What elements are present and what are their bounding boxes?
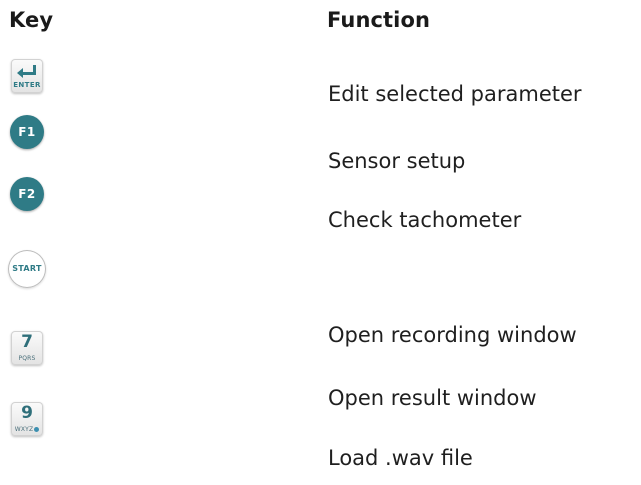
function-check-tachometer: Check tachometer [328,208,522,232]
f2-key-icon: F2 [8,177,48,217]
enter-key-icon: ENTER [8,59,48,99]
key-9-icon: 9 WXYZ [8,402,48,442]
f1-key-icon: F1 [8,115,48,155]
start-key-label: START [8,250,46,288]
function-open-recording-window: Open recording window [328,323,577,347]
function-column-header: Function [327,8,431,32]
function-load-wav-file: Load .wav file [328,446,473,470]
f1-key-label: F1 [10,115,44,149]
function-open-result-window: Open result window [328,386,537,410]
key-9-sublabel: WXYZ [11,426,43,433]
f2-key-label: F2 [10,177,44,211]
key-7-sublabel: PQRS [18,355,36,362]
key-9-digit: 9 [21,403,33,423]
key-7-digit: 7 [21,332,33,352]
enter-arrow-icon [11,63,43,82]
function-edit-selected-parameter: Edit selected parameter [328,82,582,106]
function-sensor-setup: Sensor setup [328,149,466,173]
enter-key-label: ENTER [13,81,41,89]
wave-file-icon [34,427,40,432]
key-7-icon: 7 PQRS [8,331,48,371]
start-key-icon: START [8,250,48,290]
key-column-header: Key [9,8,54,32]
